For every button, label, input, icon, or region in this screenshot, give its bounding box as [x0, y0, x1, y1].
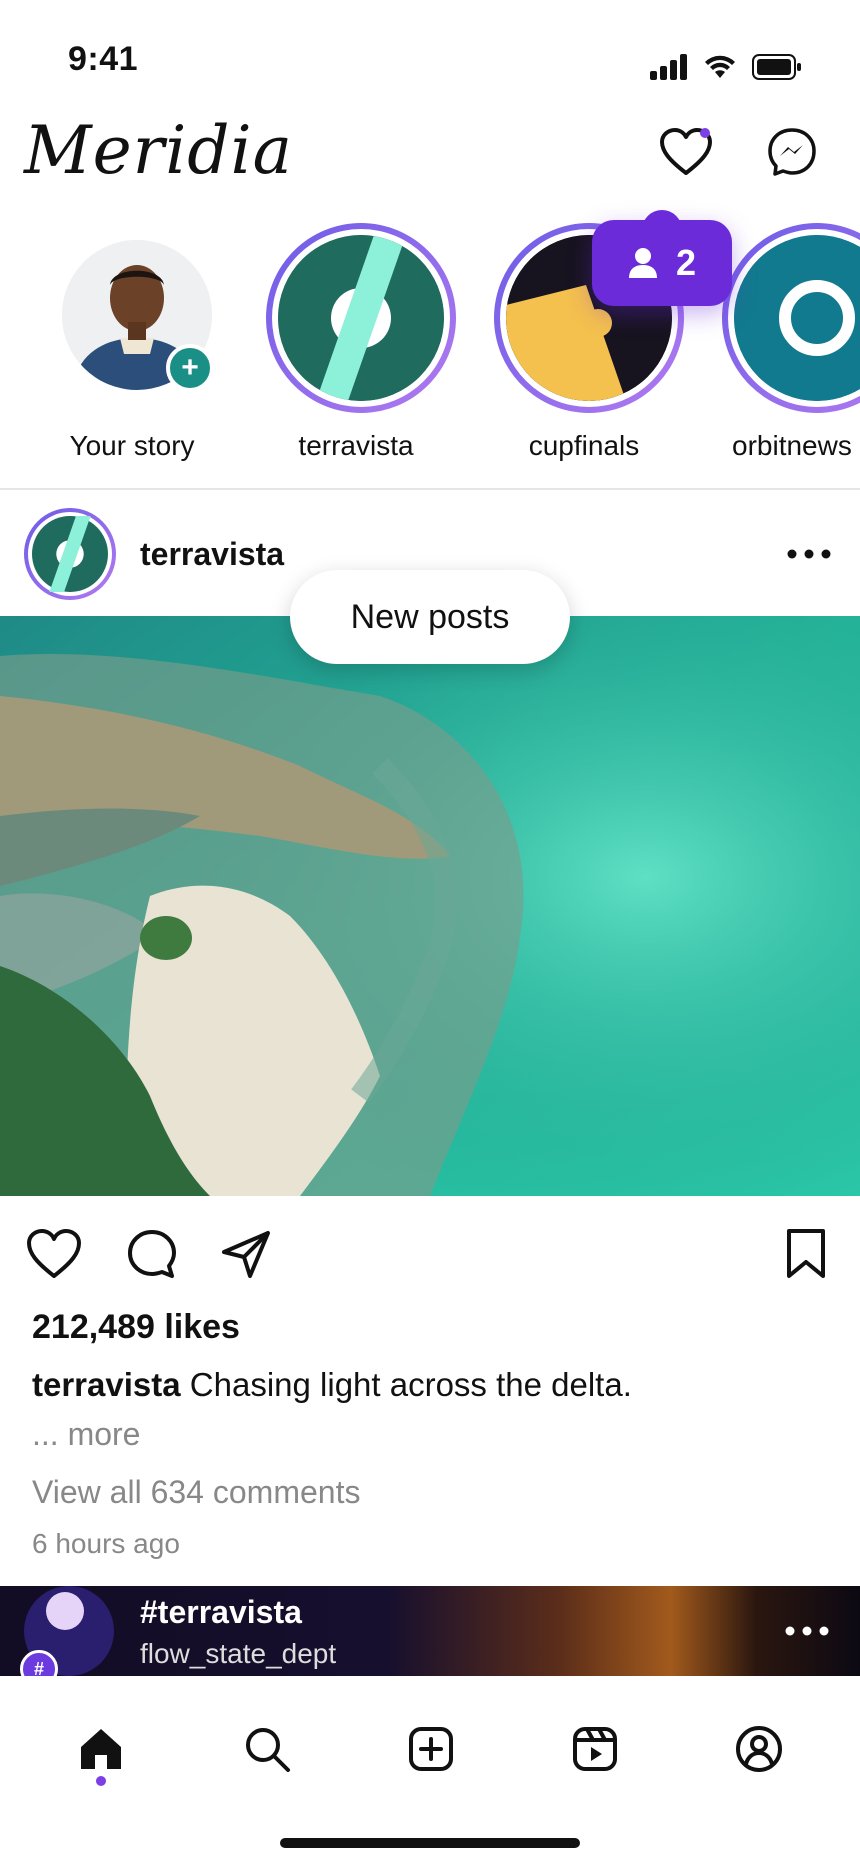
post-author-avatar[interactable] — [24, 508, 116, 600]
caption-text: Chasing light across the delta. — [189, 1366, 632, 1403]
activity-button[interactable] — [656, 122, 716, 182]
story-ring — [722, 223, 860, 413]
comment-icon — [128, 1230, 176, 1278]
like-count[interactable]: 212,489 likes — [32, 1308, 240, 1347]
nav-profile[interactable] — [724, 1714, 794, 1784]
post-author-username[interactable]: terravista — [140, 536, 284, 573]
add-story-icon[interactable]: + — [166, 344, 214, 392]
share-button[interactable] — [216, 1224, 276, 1284]
caption-username[interactable]: terravista — [32, 1366, 181, 1403]
post-timestamp: 6 hours ago — [32, 1528, 180, 1559]
player-options-button[interactable] — [782, 1616, 832, 1646]
divider — [0, 488, 860, 490]
paper-plane-icon — [222, 1231, 270, 1278]
messenger-icon — [768, 128, 816, 176]
nav-create[interactable] — [396, 1714, 466, 1784]
active-nav-indicator — [96, 1776, 106, 1786]
create-post-icon — [409, 1727, 453, 1771]
story-label: terravista — [298, 430, 414, 461]
caption-more-link[interactable]: ... more — [32, 1416, 140, 1453]
app-logo: Meridia — [24, 112, 294, 189]
story-label: Your story — [69, 430, 195, 461]
story-count-badge[interactable]: 2 — [592, 210, 732, 306]
home-icon — [81, 1729, 121, 1769]
terravista-avatar — [278, 235, 444, 401]
heart-icon — [27, 1229, 81, 1278]
save-button[interactable] — [776, 1224, 836, 1284]
more-horizontal-icon — [785, 1626, 829, 1636]
view-comments-link[interactable]: View all 634 comments — [32, 1474, 360, 1511]
post-image[interactable] — [0, 616, 860, 1196]
aerial-delta-photo — [0, 616, 860, 1196]
comment-button[interactable] — [122, 1224, 182, 1284]
search-icon — [246, 1728, 290, 1772]
nav-search[interactable] — [232, 1714, 302, 1784]
nav-reels[interactable] — [560, 1714, 630, 1784]
player-title: #terravista — [140, 1594, 302, 1630]
messages-button[interactable] — [762, 122, 822, 182]
story-ring — [266, 223, 456, 413]
story-count: 2 — [675, 242, 697, 283]
now-playing-bar[interactable]: # #terravista flow_state_dept — [0, 1586, 860, 1676]
post-options-button[interactable] — [784, 536, 834, 572]
profile-icon — [736, 1726, 782, 1772]
notification-dot — [700, 128, 710, 138]
like-button[interactable] — [24, 1224, 84, 1284]
orbitnews-avatar — [734, 235, 860, 401]
status-time: 9:41 — [68, 40, 139, 78]
cellular-signal-icon — [650, 54, 687, 80]
reels-icon — [573, 1727, 617, 1771]
story-label: orbitnews — [732, 430, 852, 461]
post-caption: terravista Chasing light across the delt… — [32, 1366, 632, 1404]
wifi-icon — [705, 55, 735, 78]
person-icon — [628, 248, 657, 278]
home-indicator — [280, 1838, 580, 1848]
story-label: cupfinals — [528, 430, 640, 461]
bookmark-icon — [787, 1229, 825, 1278]
more-horizontal-icon — [787, 549, 831, 559]
player-subtitle: flow_state_dept — [140, 1638, 337, 1669]
status-icons — [650, 54, 802, 80]
new-posts-button[interactable]: New posts — [290, 570, 570, 664]
battery-icon — [752, 54, 801, 80]
nav-home[interactable] — [66, 1714, 136, 1784]
bottom-nav — [0, 1676, 860, 1864]
